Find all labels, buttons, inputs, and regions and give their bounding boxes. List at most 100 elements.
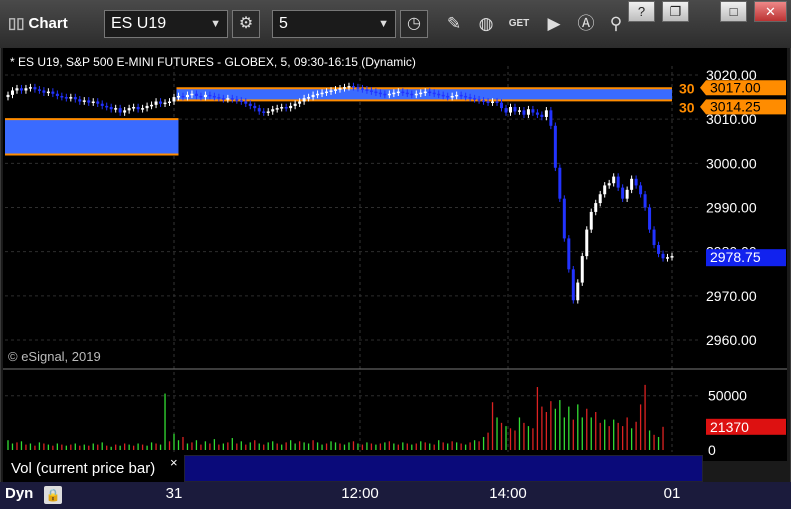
candle-body [446,95,450,98]
support-resistance-zone [5,119,179,155]
candle-body [244,101,248,104]
candle-body [253,105,257,109]
price-tick-label: 2970.00 [706,288,757,304]
candle-body [585,229,589,257]
candle-body [307,97,311,99]
candle-body [127,108,131,111]
candle-body [289,105,293,109]
candle-body [360,88,364,90]
dynamic-label[interactable]: Dyn [5,485,33,502]
candle-body [96,101,100,104]
candle-body [159,101,163,104]
candle-body [378,92,382,95]
candle-body [594,203,598,212]
candle-body [410,93,414,96]
candle-body [320,92,324,95]
candle-body [630,178,634,190]
price-marker-label: 3017.00 [710,79,761,95]
candle-body [311,94,315,98]
candle-body [535,112,539,115]
candle-body [212,95,216,98]
candle-body [616,176,620,188]
candle-body [383,93,387,96]
candle-body [405,92,409,95]
candle-body [455,94,459,97]
candle-body [643,194,647,208]
candle-body [553,125,557,168]
candle-body [347,86,351,88]
time-tick-label: 14:00 [489,485,527,502]
candle-body [437,93,441,96]
time-tick-label: 01 [663,485,681,502]
volume-tick-label: 50000 [708,388,747,404]
candle-body [562,198,566,239]
candle-body [482,100,486,102]
candle-body [401,91,405,94]
candle-body [634,178,638,186]
candle-body [91,101,95,103]
candle-body [275,108,279,110]
volume-tick-label: 0 [708,442,716,458]
price-marker-prefix: 30 [679,99,695,115]
candle-body [190,93,194,96]
candle-body [266,111,270,113]
price-chart[interactable]: 3020.003010.003000.002990.002980.002970.… [0,0,791,509]
price-tick-label: 2990.00 [706,200,757,216]
candle-body [123,110,127,113]
candle-body [598,194,602,204]
candle-body [168,101,172,103]
watermark-text: © eSignal, 2019 [8,349,101,364]
candle-body [486,101,490,103]
candle-body [163,102,167,105]
candle-body [293,103,297,106]
candle-body [464,95,468,98]
candle-body [87,100,91,103]
candle-body [78,99,82,102]
chart-header-text: * ES U19, S&P 500 E-MINI FUTURES - GLOBE… [10,55,416,69]
last-price-label: 2978.75 [710,249,761,265]
candle-body [298,101,302,104]
candle-body [136,107,140,110]
candle-body [607,183,611,186]
price-tick-label: 3000.00 [706,155,757,171]
candle-body [576,282,580,301]
candle-body [257,108,261,112]
price-tick-label: 2960.00 [706,332,757,348]
candle-body [132,107,136,109]
candle-body [334,89,338,91]
price-marker-pointer [700,80,706,96]
candle-body [661,253,665,259]
candle-body [450,95,454,98]
volume-last-label: 21370 [710,419,749,435]
candle-body [432,92,436,95]
candle-body [172,97,176,102]
candle-body [33,87,37,90]
candle-body [666,257,670,259]
candle-body [517,110,521,112]
candle-body [105,105,109,108]
candle-body [639,185,643,195]
candle-body [271,109,275,112]
candle-body [544,110,548,117]
lock-icon[interactable]: 🔒 [44,486,62,504]
candle-body [351,86,355,88]
candle-body [64,97,68,99]
candle-body [19,88,23,91]
candle-body [82,100,86,102]
candle-body [203,94,207,98]
candle-body [42,90,46,93]
volume-close-icon[interactable]: × [170,455,178,470]
candle-body [37,89,41,91]
candle-body [338,88,342,90]
candle-body [625,189,629,199]
time-tick-label: 12:00 [341,485,379,502]
candle-body [369,90,373,92]
candle-body [316,93,320,96]
candle-body [508,107,512,113]
price-marker-pointer [700,99,706,115]
candle-body [24,88,28,91]
candle-body [491,101,495,103]
candle-body [522,110,526,115]
candle-body [526,109,530,115]
time-axis: 31 12:00 14:00 01 [3,482,703,509]
